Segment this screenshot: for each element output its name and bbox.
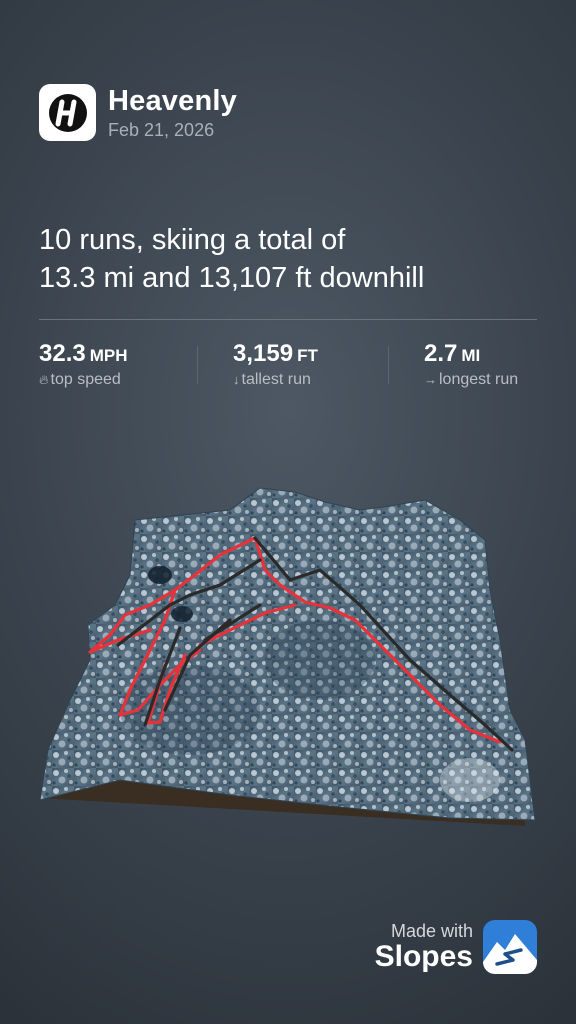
stat-separator (197, 346, 198, 384)
made-with-footer: Made with Slopes (375, 920, 537, 974)
resort-header: Heavenly Feb 21, 2026 (39, 84, 237, 141)
terrain-map (39, 487, 536, 826)
stat-longest-run: 2.7 MI → longest run (424, 340, 518, 389)
stat-unit: MI (461, 346, 481, 365)
slopes-logo-icon (483, 920, 537, 974)
arrow-down-icon: ↓ (233, 372, 240, 387)
stat-tallest-run: 3,159 FT ↓ tallest run (233, 340, 318, 389)
summary-line-1: 10 runs, skiing a total of (39, 224, 346, 256)
stat-unit: FT (297, 346, 318, 365)
app-name: Slopes (374, 940, 473, 973)
session-date: Feb 21, 2026 (108, 119, 215, 140)
stat-label: tallest run (241, 371, 311, 388)
summary-line-2: 13.3 mi and 13,107 ft downhill (39, 262, 425, 294)
stat-value: 3,159 (233, 340, 294, 367)
heavenly-logo-icon (39, 84, 96, 141)
stat-value: 2.7 (424, 340, 458, 367)
stat-top-speed: 32.3 MPH 🔥︎ top speed (39, 340, 128, 389)
arrow-right-icon: → (424, 372, 437, 387)
stat-separator (388, 346, 389, 384)
made-with-label: Made with (390, 921, 473, 941)
stat-label: top speed (50, 371, 121, 388)
session-summary: 10 runs, skiing a total of 13.3 mi and 1… (39, 221, 539, 297)
resort-name: Heavenly (108, 84, 237, 117)
flame-icon: 🔥︎ (39, 372, 49, 387)
stat-unit: MPH (89, 346, 128, 365)
divider (39, 319, 537, 320)
stats-row: 32.3 MPH 🔥︎ top speed 3,159 FT ↓ tallest run… (39, 340, 539, 390)
stat-label: longest run (439, 371, 519, 388)
stat-value: 32.3 (39, 340, 86, 367)
